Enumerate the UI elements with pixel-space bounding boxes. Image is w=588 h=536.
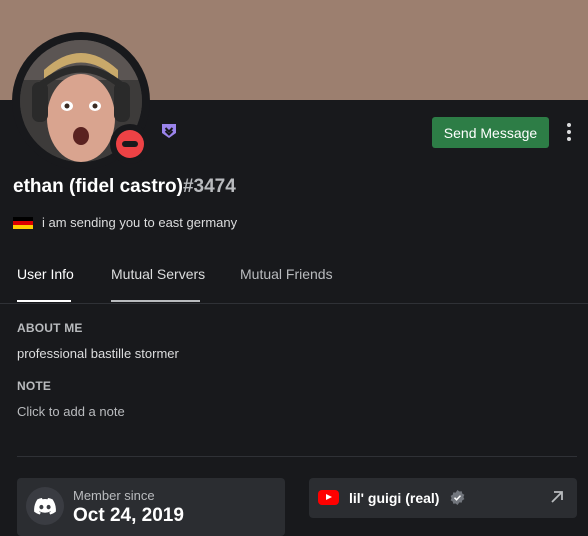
discord-logo-icon [26,487,64,525]
connected-account-card[interactable]: lil' guigi (real) [309,478,577,518]
member-since-label: Member since [73,488,155,503]
do-not-disturb-icon [116,130,144,158]
tab-mutual-friends[interactable]: Mutual Friends [240,266,333,282]
tab-underline-user-info [17,300,71,302]
tab-mutual-servers[interactable]: Mutual Servers [111,266,205,282]
more-vertical-icon[interactable] [561,121,577,145]
about-me-text: professional bastille stormer [17,346,179,361]
note-input[interactable]: Click to add a note [17,404,125,419]
custom-status: i am sending you to east germany [13,215,237,230]
tab-user-info[interactable]: User Info [17,266,74,282]
youtube-icon [318,490,339,505]
discriminator: #3474 [182,176,236,197]
member-since-date: Oct 24, 2019 [73,505,184,526]
connection-name: lil' guigi (real) [349,490,440,506]
verified-icon [450,490,465,505]
profile-tabs: User Info Mutual Servers Mutual Friends [0,255,588,304]
germany-flag-icon [13,216,33,229]
external-link-icon[interactable] [550,490,564,504]
hypesquad-balance-icon[interactable] [160,122,178,140]
tab-underline-mutual-servers [111,300,200,302]
member-since-card: Member since Oct 24, 2019 [17,478,285,536]
note-heading: NOTE [17,379,52,393]
send-message-button[interactable]: Send Message [432,117,549,148]
status-indicator [110,124,150,164]
display-name: ethan (fidel castro) [13,176,183,197]
custom-status-text: i am sending you to east germany [42,215,238,230]
profile-username: ethan (fidel castro)#3474 [13,176,236,198]
section-divider [17,456,577,457]
about-me-heading: ABOUT ME [17,321,83,335]
avatar-frame [12,32,150,170]
